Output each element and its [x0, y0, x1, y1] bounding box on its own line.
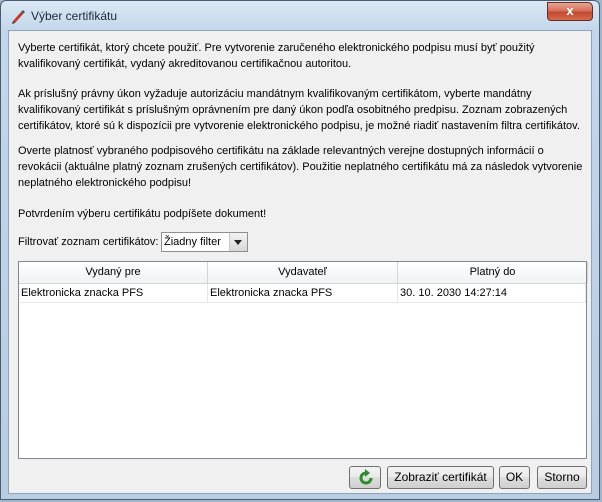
filter-label: Filtrovať zoznam certifikátov:	[18, 236, 159, 248]
certificate-dialog: Výber certifikátu x Vyberte certifikát, …	[0, 0, 600, 500]
info-paragraph-3: Overte platnosť vybraného podpisového ce…	[18, 145, 583, 189]
cancel-button[interactable]: Storno	[537, 466, 587, 489]
dialog-body: Vyberte certifikát, ktorý chcete použiť.…	[8, 30, 592, 494]
refresh-icon	[359, 469, 373, 485]
ok-button[interactable]: OK	[499, 466, 530, 489]
certificate-table[interactable]: Vydaný pre Vydavateľ Platný do Elektroni…	[18, 261, 588, 459]
filter-dropdown[interactable]: Žiadny filter	[161, 232, 248, 252]
show-certificate-button[interactable]: Zobraziť certifikát	[387, 466, 494, 489]
column-header-issued-to[interactable]: Vydaný pre	[19, 262, 208, 283]
title-bar[interactable]: Výber certifikátu x	[1, 1, 599, 29]
window-title: Výber certifikátu	[31, 9, 118, 23]
pen-icon	[12, 10, 25, 24]
cell-valid-until: 30. 10. 2030 14:27:14	[398, 284, 586, 303]
close-button[interactable]: x	[547, 2, 593, 21]
column-header-valid-until[interactable]: Platný do	[398, 262, 588, 283]
table-row[interactable]: Elektronicka znacka PFS Elektronicka zna…	[19, 284, 586, 303]
refresh-button[interactable]	[349, 466, 381, 489]
info-paragraph-4: Potvrdením výberu certifikátu podpíšete …	[18, 208, 267, 220]
cell-issuer: Elektronicka znacka PFS	[208, 284, 398, 303]
column-header-issuer[interactable]: Vydavateľ	[208, 262, 398, 283]
table-header: Vydaný pre Vydavateľ Platný do	[19, 262, 588, 284]
filter-selected-value: Žiadny filter	[164, 236, 221, 248]
info-paragraph-2: Ak príslušný právny úkon vyžaduje autori…	[18, 88, 580, 132]
chevron-down-icon[interactable]	[229, 233, 247, 251]
cell-issued-to: Elektronicka znacka PFS	[19, 284, 208, 303]
info-paragraph-1: Vyberte certifikát, ktorý chcete použiť.…	[18, 42, 535, 70]
